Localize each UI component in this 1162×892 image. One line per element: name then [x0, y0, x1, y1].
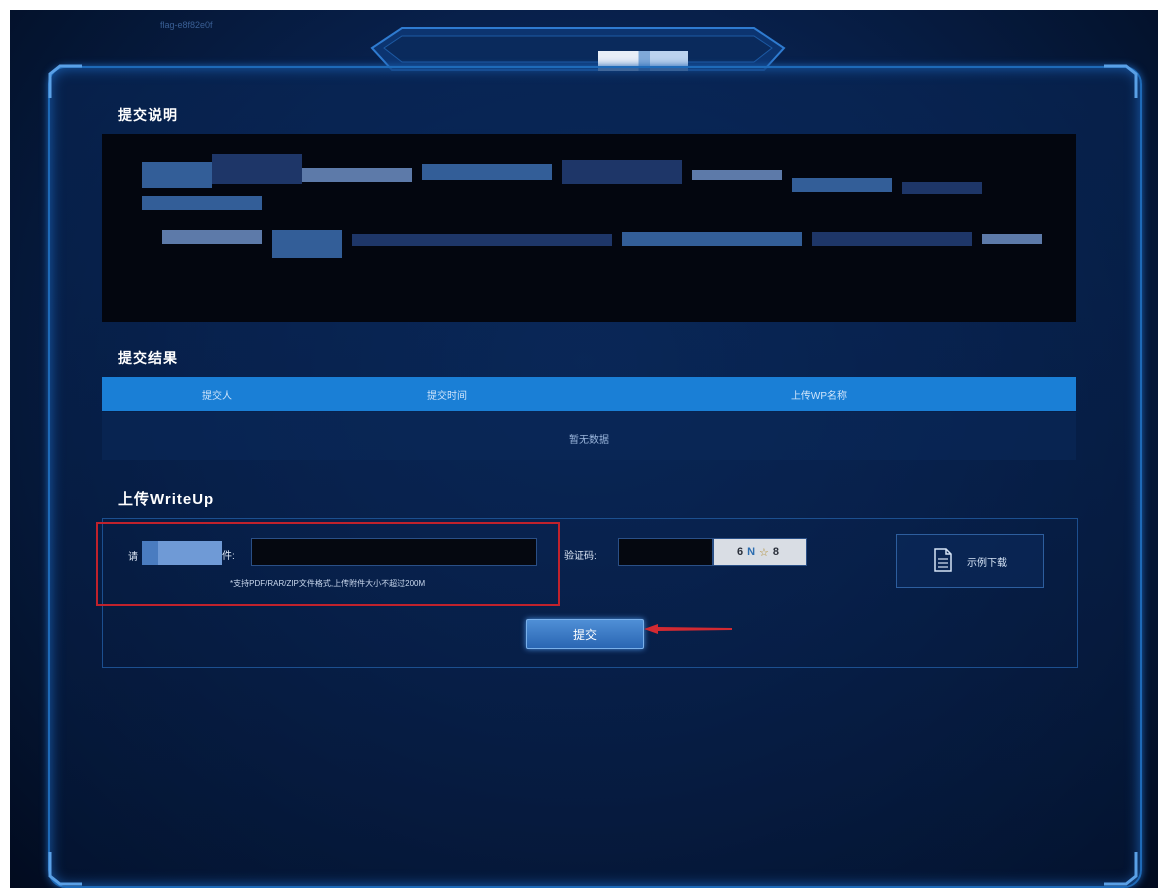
file-label-redacted [142, 541, 222, 565]
captcha-image[interactable]: 6 N ☆ 8 [713, 538, 807, 566]
screen: flag-e8f82e0f 提交说明 提交结果 提交人 提交时间 上传WP名称 … [10, 10, 1158, 888]
results-empty-state: 暂无数据 [102, 412, 1076, 460]
corner-decoration [1100, 848, 1140, 888]
file-upload-input[interactable] [251, 538, 537, 566]
sample-download-button[interactable]: 示例下载 [896, 534, 1044, 588]
file-label-suffix: 件: [222, 551, 235, 562]
red-arrow-annotation [644, 622, 734, 640]
captcha-char: 6 [736, 546, 748, 558]
captcha-char: 8 [772, 546, 784, 558]
column-header-submit-time: 提交时间 [427, 390, 467, 402]
description-title: 提交说明 [118, 107, 178, 123]
sample-download-label: 示例下载 [967, 557, 1007, 569]
file-label-prefix: 请 [128, 552, 138, 563]
captcha-char: ☆ [759, 546, 773, 559]
file-format-hint: *支持PDF/RAR/ZIP文件格式,上传附件大小不超过200M [230, 579, 426, 588]
captcha-input[interactable] [618, 538, 713, 566]
captcha-label: 验证码: [564, 551, 597, 562]
captcha-char: N [747, 546, 760, 558]
column-header-wp-name: 上传WP名称 [790, 390, 848, 402]
document-icon [933, 547, 953, 575]
upload-title: 上传WriteUp [118, 491, 215, 508]
results-table-header: 提交人 提交时间 上传WP名称 [102, 377, 1076, 411]
submit-button[interactable]: 提交 [526, 619, 644, 649]
results-title: 提交结果 [118, 350, 178, 366]
top-left-caption: flag-e8f82e0f [160, 20, 213, 30]
corner-decoration [1100, 62, 1140, 102]
corner-decoration [46, 848, 86, 888]
corner-decoration [46, 62, 86, 102]
description-content-redacted [102, 134, 1076, 322]
column-header-submitter: 提交人 [202, 390, 232, 402]
